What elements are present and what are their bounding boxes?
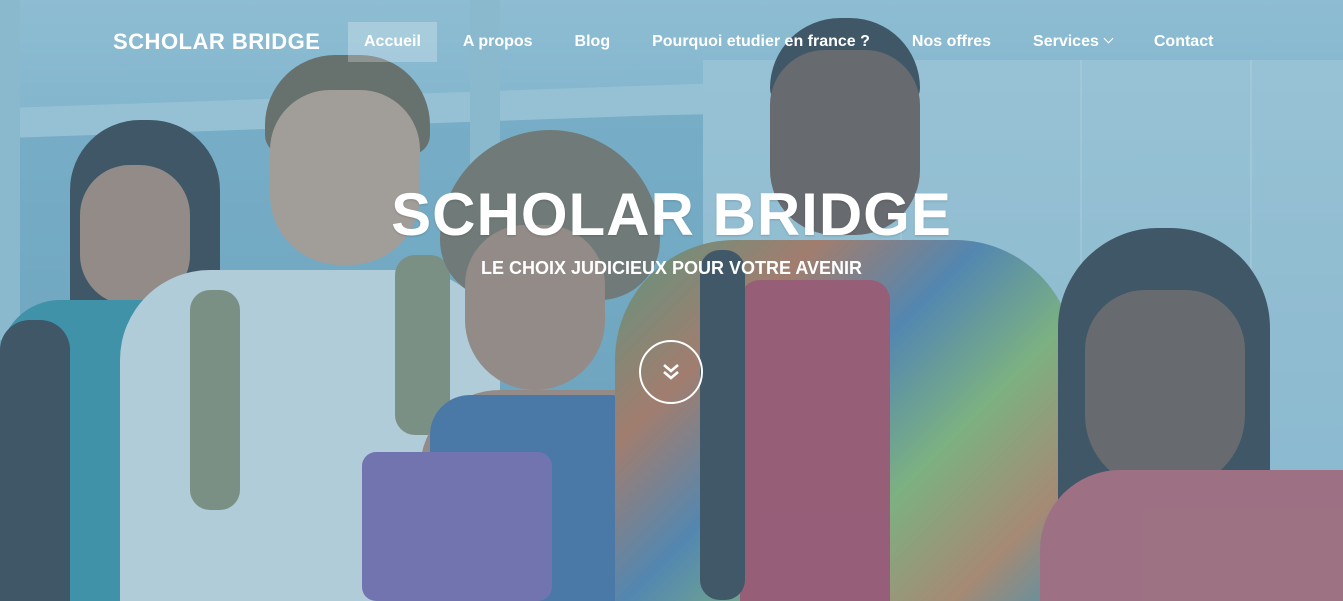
scroll-down-button[interactable] <box>639 340 703 404</box>
hero-title: SCHOLAR BRIDGE <box>391 181 952 248</box>
chevron-down-icon <box>1103 33 1114 44</box>
brand-logo[interactable]: SCHOLAR BRIDGE <box>113 29 320 55</box>
hero-section: SCHOLAR BRIDGE Accueil A propos Blog Pou… <box>0 0 1343 601</box>
nav-item-contact[interactable]: Contact <box>1138 22 1230 62</box>
hero-color-overlay <box>0 0 1343 601</box>
nav-item-blog[interactable]: Blog <box>559 22 627 62</box>
nav-item-accueil[interactable]: Accueil <box>348 22 437 62</box>
nav-item-services[interactable]: Services <box>1017 22 1128 62</box>
nav-item-nos-offres[interactable]: Nos offres <box>896 22 1007 62</box>
top-navbar: SCHOLAR BRIDGE Accueil A propos Blog Pou… <box>0 0 1343 82</box>
hero-subtitle: LE CHOIX JUDICIEUX POUR VOTRE AVENIR <box>480 258 863 278</box>
nav-item-pourquoi-etudier[interactable]: Pourquoi etudier en france ? <box>636 22 886 62</box>
nav-item-services-label: Services <box>1033 33 1099 50</box>
double-chevron-down-icon <box>663 364 679 380</box>
nav-menu: Accueil A propos Blog Pourquoi etudier e… <box>348 22 1239 62</box>
nav-item-a-propos[interactable]: A propos <box>447 22 549 62</box>
